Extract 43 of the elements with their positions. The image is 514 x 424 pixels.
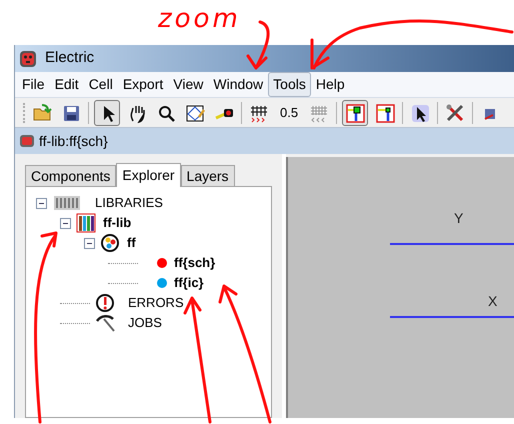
collapse-toggle[interactable] bbox=[36, 198, 47, 208]
annotation-arrow bbox=[246, 20, 270, 70]
tab[interactable]: Components bbox=[25, 165, 116, 186]
tools-icon bbox=[445, 102, 466, 122]
grid-size: 0.5 bbox=[279, 104, 300, 122]
collapse-toggle[interactable] bbox=[84, 238, 95, 248]
app-icon bbox=[19, 50, 37, 68]
pickaxe-icon bbox=[95, 313, 115, 333]
tree-item[interactable]: ff-lib bbox=[103, 213, 132, 233]
menu-item[interactable]: Cell bbox=[84, 72, 118, 97]
handwritten-note: zoom bbox=[158, 4, 241, 34]
tree-item[interactable]: ff{sch} bbox=[174, 253, 216, 273]
collapse-toggle[interactable] bbox=[60, 218, 71, 228]
cell-icon bbox=[100, 233, 120, 253]
net-label: Y bbox=[454, 209, 464, 228]
menu-item[interactable]: Help bbox=[310, 72, 350, 97]
window-title: Electric bbox=[45, 48, 94, 68]
tree-item[interactable]: ff bbox=[127, 233, 136, 253]
app-icon bbox=[19, 134, 35, 148]
menu-item[interactable]: Tools bbox=[268, 72, 311, 97]
net-label: X bbox=[488, 292, 498, 311]
wire-icon bbox=[375, 102, 396, 122]
menu-item[interactable]: Window bbox=[208, 72, 268, 97]
tab[interactable]: Layers bbox=[180, 165, 235, 186]
exclamation-icon bbox=[95, 293, 115, 313]
pointer-icon bbox=[410, 102, 430, 122]
menu-item[interactable]: File bbox=[17, 72, 50, 97]
wire-icon bbox=[345, 102, 366, 122]
library-icon bbox=[52, 193, 82, 213]
tab[interactable]: Explorer bbox=[116, 163, 181, 187]
tree-item[interactable]: LIBRARIES bbox=[95, 193, 163, 213]
menu-item[interactable]: View bbox=[168, 72, 208, 97]
menu-item[interactable]: Edit bbox=[50, 72, 84, 97]
toolbar-button[interactable] bbox=[94, 100, 120, 126]
tree-item[interactable]: ERRORS bbox=[128, 293, 184, 313]
book-shelf-icon bbox=[76, 213, 96, 233]
menu-item[interactable]: Export bbox=[118, 72, 168, 97]
document-title: ff-lib:ff{sch} bbox=[39, 132, 108, 151]
edit-outline-icon bbox=[185, 102, 205, 122]
toolbar-button[interactable] bbox=[342, 100, 368, 126]
tree-item[interactable]: JOBS bbox=[128, 313, 162, 333]
folder-icon bbox=[32, 102, 52, 122]
tree-item[interactable]: ff{ic} bbox=[174, 273, 204, 293]
